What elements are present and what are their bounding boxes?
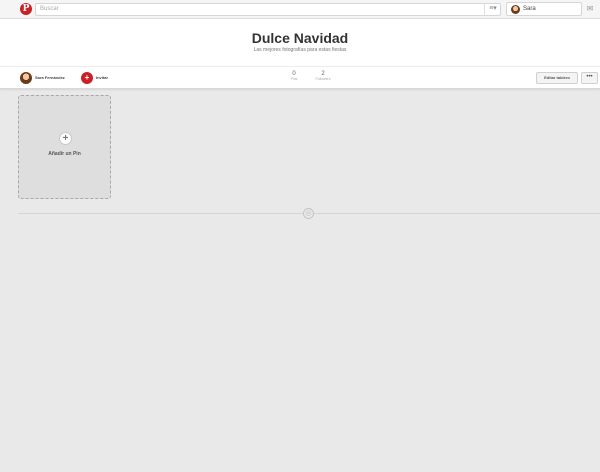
add-pin-label: Añadir un Pin	[48, 151, 81, 157]
stat-followers-label: Followers	[315, 77, 331, 81]
board-header: Dulce Navidad Las mejores fotografías pa…	[0, 19, 600, 66]
user-name: Sara	[523, 6, 536, 12]
stat-followers[interactable]: 2 Followers	[311, 71, 335, 81]
pinterest-logo-icon[interactable]: P	[20, 3, 32, 15]
invite-link[interactable]: Invitar	[96, 73, 108, 83]
more-options-button[interactable]: •••	[581, 72, 598, 84]
plus-icon: +	[59, 132, 72, 145]
stat-pins-label: Pins	[290, 77, 298, 81]
add-pin-card[interactable]: + Añadir un Pin	[18, 95, 111, 199]
messages-icon[interactable]: ✉	[584, 3, 596, 15]
stat-pins[interactable]: 0 Pins	[282, 71, 306, 81]
board-description: Las mejores fotografías para estas fiest…	[253, 47, 347, 53]
board-info-bar: Sara Fernández + Invitar 0 Pins 2 Follow…	[0, 66, 600, 89]
top-bar: P Buscar ≡▾ Sara ✉	[0, 0, 600, 19]
board-title: Dulce Navidad	[251, 30, 349, 46]
owner-avatar[interactable]	[20, 72, 32, 84]
avatar-icon	[511, 5, 520, 14]
edit-board-button[interactable]: Editar tablero	[536, 72, 578, 84]
menu-icon[interactable]: ≡▾	[484, 3, 501, 16]
search-input[interactable]: Buscar	[35, 3, 501, 16]
invite-icon[interactable]: +	[81, 72, 93, 84]
user-profile-button[interactable]: Sara	[506, 2, 582, 16]
loading-spinner-icon: ◎	[303, 208, 314, 219]
owner-name-link[interactable]: Sara Fernández	[35, 73, 65, 83]
